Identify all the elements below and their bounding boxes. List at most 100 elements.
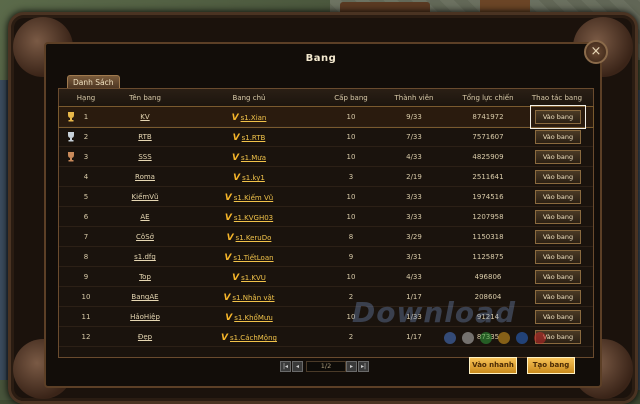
table-row[interactable]: 12ĐẹpVs1.CáchMộng21/1787335Vào bang: [59, 327, 593, 347]
watermark-dot: [498, 332, 510, 344]
leader-link[interactable]: Vs1.CáchMộng: [199, 333, 299, 343]
join-guild-button[interactable]: Vào bang: [535, 210, 581, 224]
join-guild-button[interactable]: Vào bang: [535, 310, 581, 324]
leader-name: s1.KVU: [241, 274, 266, 282]
leader-link[interactable]: Vs1.KhổMưu: [199, 313, 299, 323]
guild-name-link[interactable]: s1.dfg: [109, 253, 181, 261]
tab-guild-list[interactable]: Danh Sách: [67, 75, 120, 89]
leader-link[interactable]: Vs1.KeruDo: [199, 233, 299, 243]
total-power-cell: 496806: [474, 273, 502, 281]
leader-name: s1.RTB: [241, 134, 266, 142]
join-guild-button[interactable]: Vào bang: [535, 190, 581, 204]
leader-name: s1.Xian: [240, 114, 267, 122]
quick-join-button[interactable]: Vào nhanh: [469, 357, 517, 374]
vip-icon: V: [224, 253, 232, 263]
leader-link[interactable]: Vs1.RTB: [199, 133, 299, 143]
join-guild-button[interactable]: Vào bang: [535, 270, 581, 284]
column-header-total-power: Tổng lực chiến: [462, 94, 514, 102]
table-row[interactable]: 4 Roma Vs1.ky1 3 2/19 2511641 Vào bang: [59, 167, 593, 187]
table-row[interactable]: 3 SSS Vs1.Mưa 10 4/33 4825909 Vào bang: [59, 147, 593, 167]
vip-icon: V: [231, 113, 239, 123]
rank-cell: 12: [81, 333, 91, 341]
rank-cell: 9: [83, 273, 89, 281]
members-cell: 7/33: [406, 133, 422, 141]
vip-icon: V: [226, 233, 234, 243]
column-header-guild-name: Tên bang: [129, 94, 161, 102]
last-page-button[interactable]: ▸|: [358, 361, 369, 372]
join-guild-button[interactable]: Vào bang: [535, 150, 581, 164]
members-cell: 2/19: [406, 173, 422, 181]
total-power-cell: 8741972: [472, 113, 504, 121]
guild-name-link[interactable]: KiếmVũ: [109, 193, 181, 201]
watermark-dot: [534, 332, 546, 344]
guild-name-link[interactable]: Top: [109, 273, 181, 281]
table-row[interactable]: 8 s1.dfg Vs1.TiếtLoan 9 3/31 1125875 Vào bang: [59, 247, 593, 267]
leader-link[interactable]: Vs1.KVGH03: [199, 213, 299, 223]
column-header-leader: Bang chủ: [232, 94, 266, 102]
rank-cell: 8: [83, 253, 89, 261]
guild-name-link[interactable]: BangAE: [109, 293, 181, 301]
table-row[interactable]: 2 RTB Vs1.RTB 10 7/33 7571607 Vào bang: [59, 127, 593, 147]
total-power-cell: 2511641: [472, 173, 504, 181]
leader-name: s1.Mưa: [240, 154, 267, 162]
page-indicator: 1/2: [306, 361, 346, 372]
rank-cell: 7: [83, 233, 89, 241]
join-guild-button[interactable]: Vào bang: [535, 230, 581, 244]
guild-name-link[interactable]: Đẹp: [109, 333, 181, 341]
guild-name-link[interactable]: RTB: [109, 133, 181, 141]
members-cell: 3/33: [406, 213, 422, 221]
table-row[interactable]: 7 CôSở Vs1.KeruDo 8 3/29 1150318 Vào bang: [59, 227, 593, 247]
first-page-button[interactable]: |◂: [280, 361, 291, 372]
join-guild-button[interactable]: Vào bang: [535, 290, 581, 304]
members-cell: 3/31: [406, 253, 422, 261]
leader-name: s1.CáchMộng: [229, 334, 277, 342]
close-button[interactable]: ×: [584, 40, 608, 64]
table-row[interactable]: 1 KV Vs1.Xian 10 9/33 8741972 Vào bang: [58, 105, 594, 129]
vip-icon: V: [221, 333, 228, 343]
guild-name-link[interactable]: KV: [109, 113, 181, 121]
members-cell: 4/33: [406, 153, 422, 161]
leader-name: s1.KhổMưu: [234, 314, 273, 322]
window-title: Bang: [305, 53, 337, 64]
leader-name: s1.ky1: [242, 174, 265, 182]
guild-name-link[interactable]: AE: [109, 213, 181, 221]
rank-cell: 11: [81, 313, 91, 321]
leader-link[interactable]: Vs1.KVU: [199, 273, 299, 283]
table-row[interactable]: 6 AE Vs1.KVGH03 10 3/33 1207958 Vào bang: [59, 207, 593, 227]
total-power-cell: 7571607: [472, 133, 504, 141]
members-cell: 3/33: [406, 193, 422, 201]
column-header-actions: Thao tác bang: [531, 94, 583, 102]
members-cell: 4/33: [406, 273, 422, 281]
leader-link[interactable]: Vs1.TiếtLoan: [199, 253, 299, 263]
table-row[interactable]: 5 KiếmVũ Vs1.Kiếm Vũ 10 3/33 1974516 Vào bang: [59, 187, 593, 207]
join-guild-button[interactable]: Vào bang: [535, 110, 581, 124]
guild-name-link[interactable]: SSS: [109, 153, 181, 161]
leader-link[interactable]: Vs1.Kiếm Vũ: [199, 193, 299, 203]
leader-name: s1.TiếtLoan: [233, 254, 274, 262]
rank-cell: 2: [83, 133, 89, 141]
join-guild-button[interactable]: Vào bang: [535, 250, 581, 264]
leader-link[interactable]: Vs1.Xian: [199, 113, 299, 123]
total-power-cell: 1125875: [472, 253, 504, 261]
table-row[interactable]: 9 Top Vs1.KVU 10 4/33 496806 Vào bang: [59, 267, 593, 287]
table-header: Hạng Tên bang Bang chủ Cấp bang Thành vi…: [59, 89, 593, 107]
total-power-cell: 1974516: [472, 193, 504, 201]
members-cell: 9/33: [406, 113, 422, 121]
total-power-cell: 1207958: [472, 213, 504, 221]
create-guild-button[interactable]: Tạo bang: [527, 357, 575, 374]
join-guild-button[interactable]: Vào bang: [535, 170, 581, 184]
guild-name-link[interactable]: HảoHiệp: [109, 313, 181, 321]
members-cell: 1/17: [406, 333, 422, 341]
column-header-members: Thành viên: [394, 94, 434, 102]
guild-name-link[interactable]: CôSở: [109, 233, 181, 241]
join-guild-button[interactable]: Vào bang: [535, 130, 581, 144]
watermark-dot: [462, 332, 474, 344]
vip-icon: V: [223, 293, 231, 303]
vip-icon: V: [224, 193, 232, 203]
prev-page-button[interactable]: ◂: [292, 361, 303, 372]
leader-link[interactable]: Vs1.Nhân vật: [199, 293, 299, 303]
next-page-button[interactable]: ▸: [346, 361, 357, 372]
leader-link[interactable]: Vs1.Mưa: [199, 153, 299, 163]
leader-link[interactable]: Vs1.ky1: [199, 173, 299, 183]
guild-name-link[interactable]: Roma: [109, 173, 181, 181]
